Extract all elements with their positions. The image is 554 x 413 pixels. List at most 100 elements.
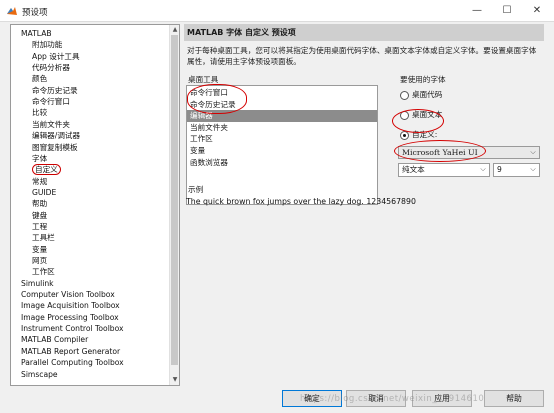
tree-item[interactable]: App 设计工具 bbox=[11, 51, 80, 62]
tree-item[interactable]: 帮助 bbox=[11, 198, 47, 209]
help-button[interactable]: 帮助 bbox=[484, 390, 544, 407]
tree-item[interactable]: Image Acquisition Toolbox bbox=[11, 300, 120, 311]
tree-item-label: 变量 bbox=[32, 244, 48, 254]
tree-item-label: MATLAB Report Generator bbox=[21, 346, 121, 356]
tree-item-label: MATLAB bbox=[21, 29, 52, 38]
tree-item-label: Image Acquisition Toolbox bbox=[21, 301, 120, 311]
scroll-up-icon[interactable]: ▲ bbox=[170, 25, 179, 35]
tree-item-label: Instrument Control Toolbox bbox=[21, 324, 124, 334]
tree-item-label: Image Processing Toolbox bbox=[21, 312, 119, 322]
tree-item-label: App 设计工具 bbox=[32, 51, 80, 61]
radio-button-icon[interactable] bbox=[400, 90, 409, 100]
tree-item[interactable]: 字体 bbox=[11, 153, 47, 164]
tree-item[interactable]: 当前文件夹 bbox=[11, 119, 70, 130]
font-choice-label: 要使用的字体 bbox=[400, 75, 446, 84]
tree-item[interactable]: 网页 bbox=[11, 255, 47, 266]
tree-item[interactable]: 代码分析器 bbox=[11, 62, 70, 73]
tree-item[interactable]: 比较 bbox=[11, 107, 47, 118]
font-option-radio[interactable]: 桌面代码 bbox=[400, 89, 442, 100]
matlab-logo-icon bbox=[7, 7, 17, 15]
tree-item[interactable]: 命令行窗口 bbox=[11, 96, 70, 107]
font-option-label: 桌面代码 bbox=[412, 90, 443, 99]
tree-item-label: Parallel Computing Toolbox bbox=[21, 358, 124, 368]
tree-item-label: 常规 bbox=[32, 176, 48, 186]
tree-item-label: 命令行窗口 bbox=[32, 97, 70, 107]
tree-item-label: 工程 bbox=[32, 221, 48, 231]
tree-item-label: 图窗复制模板 bbox=[32, 142, 78, 152]
scroll-down-icon[interactable]: ▼ bbox=[170, 375, 179, 385]
tree-item-label: 帮助 bbox=[32, 199, 48, 209]
tree-item-label: 字体 bbox=[32, 153, 48, 163]
tree-item[interactable]: 工作区 bbox=[11, 266, 55, 277]
tree-item[interactable]: Image Processing Toolbox bbox=[11, 312, 119, 323]
pane-description: 对于每种桌面工具，您可以将其指定为使用桌面代码字体、桌面文本字体或自定义字体。要… bbox=[187, 46, 537, 66]
tree-scrollbar[interactable]: ▲ ▼ bbox=[169, 25, 179, 385]
tool-list-item[interactable]: 函数浏览器 bbox=[187, 157, 377, 169]
tree-item[interactable]: MATLAB bbox=[11, 28, 52, 39]
annotation-circle-radio bbox=[392, 109, 444, 133]
tree-item[interactable]: 工程 bbox=[11, 221, 47, 232]
tree-item-label: 键盘 bbox=[32, 210, 48, 220]
tree-item[interactable]: Computer Vision Toolbox bbox=[11, 289, 115, 300]
tool-list-item[interactable]: 工作区 bbox=[187, 133, 377, 145]
tree-item[interactable]: Instrument Control Toolbox bbox=[11, 323, 124, 334]
tree-item[interactable]: MATLAB Compiler bbox=[11, 334, 88, 345]
tree-item[interactable]: 键盘 bbox=[11, 210, 47, 221]
tree-item[interactable]: 自定义 bbox=[11, 164, 61, 176]
font-size-dropdown[interactable]: 9 ⌵ bbox=[493, 163, 540, 177]
tree-item[interactable]: 工具栏 bbox=[11, 232, 55, 243]
tree-item-label: 工具栏 bbox=[32, 233, 55, 243]
chevron-down-icon: ⌵ bbox=[480, 165, 486, 173]
tree-item-label: 自定义 bbox=[32, 164, 61, 176]
minimize-button[interactable]: — bbox=[462, 0, 492, 22]
tree-item[interactable]: GUIDE bbox=[11, 187, 56, 198]
close-button[interactable]: ✕ bbox=[522, 0, 552, 22]
preferences-tree[interactable]: MATLAB 附加功能 App 设计工具 代码分析器 颜色 命令历史记录 命令行窗口 比较 当前… bbox=[10, 24, 180, 386]
tree-item[interactable]: 图窗复制模板 bbox=[11, 142, 78, 153]
tree-item-label: 颜色 bbox=[32, 74, 48, 84]
tree-item[interactable]: Simulink bbox=[11, 278, 54, 289]
font-style-dropdown[interactable]: 纯文本 ⌵ bbox=[398, 163, 490, 177]
tree-item[interactable]: 命令历史记录 bbox=[11, 85, 78, 96]
ok-button[interactable]: 确定 bbox=[282, 390, 342, 407]
sample-text: The quick brown fox jumps over the lazy … bbox=[186, 197, 416, 206]
annotation-circle-font bbox=[394, 140, 486, 162]
tree-item-label: 比较 bbox=[32, 108, 48, 118]
tree-item-label: MATLAB Compiler bbox=[21, 335, 89, 345]
tree-scroll-thumb[interactable] bbox=[171, 35, 178, 365]
tree-item[interactable]: MATLAB Report Generator bbox=[11, 346, 120, 357]
tree-item-label: GUIDE bbox=[32, 187, 57, 197]
tree-item-label: 命令历史记录 bbox=[32, 85, 78, 95]
font-size-value: 9 bbox=[497, 165, 502, 174]
tree-item-label: 工作区 bbox=[32, 267, 55, 277]
tree-item-label: Simscape bbox=[21, 369, 58, 379]
window-title: 预设项 bbox=[22, 8, 48, 18]
sample-label: 示例 bbox=[188, 185, 204, 194]
tree-item-label: 附加功能 bbox=[32, 40, 63, 50]
cancel-button[interactable]: 取消 bbox=[346, 390, 406, 407]
tool-list-item[interactable]: 当前文件夹 bbox=[187, 122, 377, 134]
tree-item-label: 代码分析器 bbox=[32, 63, 70, 73]
tree-item-label: Simulink bbox=[21, 278, 54, 288]
tree-item[interactable]: 变量 bbox=[11, 244, 47, 255]
tree-item-label: 当前文件夹 bbox=[32, 119, 70, 129]
tree-item[interactable]: 编辑器/调试器 bbox=[11, 130, 80, 141]
chevron-down-icon: ⌵ bbox=[530, 165, 536, 173]
annotation-circle-tools bbox=[187, 84, 247, 114]
title-bar: 预设项 — ☐ ✕ bbox=[0, 0, 554, 22]
tree-item-label: Computer Vision Toolbox bbox=[21, 290, 115, 300]
tree-item[interactable]: 常规 bbox=[11, 176, 47, 187]
tool-list-item[interactable]: 变量 bbox=[187, 145, 377, 157]
font-style-value: 纯文本 bbox=[402, 165, 425, 174]
pane-header: MATLAB 字体 自定义 预设项 bbox=[184, 24, 544, 41]
preferences-pane: MATLAB 字体 自定义 预设项 对于每种桌面工具，您可以将其指定为使用桌面代… bbox=[184, 24, 546, 386]
tree-item-label: 网页 bbox=[32, 256, 48, 265]
apply-button[interactable]: 应用 bbox=[412, 390, 472, 407]
tree-item-label: 编辑器/调试器 bbox=[32, 131, 81, 141]
tree-item[interactable]: 附加功能 bbox=[11, 39, 62, 50]
tree-item[interactable]: Simscape bbox=[11, 369, 58, 380]
chevron-down-icon: ⌵ bbox=[530, 148, 536, 156]
maximize-button[interactable]: ☐ bbox=[492, 0, 522, 22]
tree-item[interactable]: 颜色 bbox=[11, 73, 47, 84]
tree-item[interactable]: Parallel Computing Toolbox bbox=[11, 357, 124, 368]
